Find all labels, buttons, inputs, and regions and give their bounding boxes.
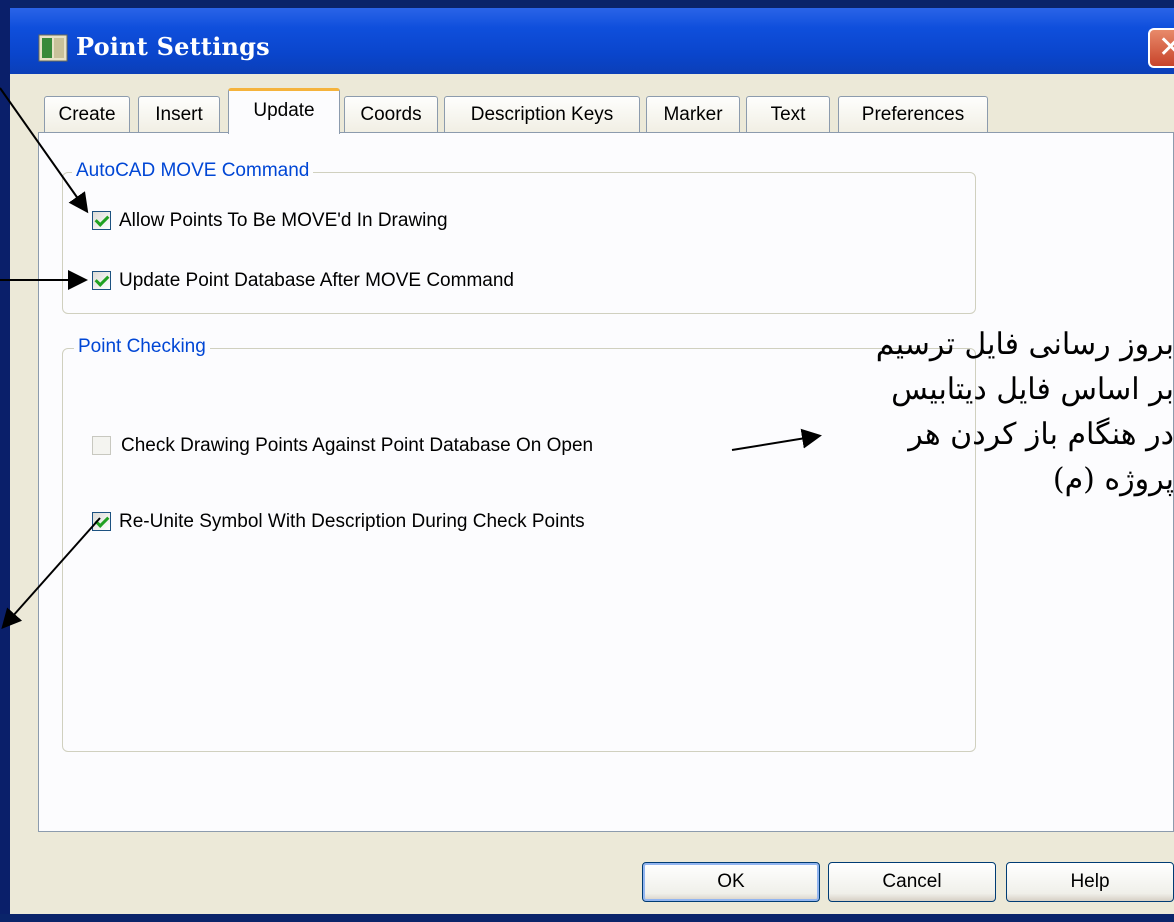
reunite-symbol-label[interactable]: Re-Unite Symbol With Description During … [119, 511, 585, 533]
tab-preferences[interactable]: Preferences [838, 96, 988, 132]
close-button[interactable]: ✕ [1148, 28, 1174, 68]
cancel-button[interactable]: Cancel [828, 862, 996, 902]
tab-create[interactable]: Create [44, 96, 130, 132]
annotation-line-3: در هنگام باز کردن هر [908, 417, 1174, 452]
point-checking-group [62, 348, 976, 752]
help-button[interactable]: Help [1006, 862, 1174, 902]
check-drawing-points-label[interactable]: Check Drawing Points Against Point Datab… [121, 435, 593, 457]
app-icon [38, 34, 68, 62]
window-bottom-border [0, 914, 1174, 922]
allow-move-label[interactable]: Allow Points To Be MOVE'd In Drawing [119, 210, 448, 232]
tab-text[interactable]: Text [746, 96, 830, 132]
move-command-group-label: AutoCAD MOVE Command [72, 160, 314, 182]
move-command-group [62, 172, 976, 314]
close-icon: ✕ [1158, 30, 1174, 65]
tab-insert[interactable]: Insert [138, 96, 220, 132]
persian-annotation: بروز رسانی فایل ترسیم بر اساس فایل دیتاب… [844, 322, 1174, 502]
annotation-line-4: پروژه (م) [1052, 462, 1174, 497]
window-left-border [0, 0, 10, 922]
tab-description-keys[interactable]: Description Keys [444, 96, 640, 132]
title-bar[interactable]: Point Settings ✕ [10, 8, 1174, 74]
annotation-line-2: بر اساس فایل دیتابیس [891, 372, 1174, 407]
annotation-line-1: بروز رسانی فایل ترسیم [875, 327, 1174, 362]
allow-move-checkbox[interactable] [92, 211, 111, 230]
update-database-label[interactable]: Update Point Database After MOVE Command [119, 270, 514, 292]
point-checking-group-label: Point Checking [74, 336, 210, 358]
tab-marker[interactable]: Marker [646, 96, 740, 132]
update-database-checkbox[interactable] [92, 271, 111, 290]
tab-update[interactable]: Update [228, 88, 340, 134]
tab-coords[interactable]: Coords [344, 96, 438, 132]
window-title: Point Settings [76, 32, 270, 61]
ok-button[interactable]: OK [642, 862, 820, 902]
check-drawing-points-checkbox[interactable] [92, 436, 111, 455]
reunite-symbol-checkbox[interactable] [92, 512, 111, 531]
